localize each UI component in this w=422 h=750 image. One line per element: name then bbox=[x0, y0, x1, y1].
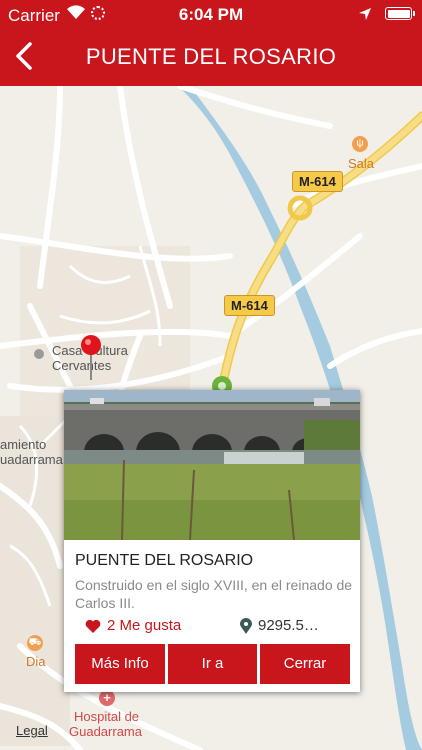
map-label-sala: Sala bbox=[348, 156, 375, 171]
shopping-cart-icon[interactable]: ⛟ bbox=[27, 635, 43, 651]
place-description: Construido en el siglo XVIII, en el rein… bbox=[75, 577, 353, 611]
road-sign-m614: M-614 bbox=[224, 295, 275, 316]
place-card: PUENTE DEL ROSARIO Construido en el sigl… bbox=[64, 390, 360, 692]
place-photo bbox=[64, 390, 360, 540]
location-arrow-icon bbox=[358, 6, 372, 26]
legal-link[interactable]: Legal bbox=[16, 723, 48, 738]
go-to-button[interactable]: Ir a bbox=[168, 644, 257, 684]
location-pin-icon[interactable] bbox=[80, 334, 102, 384]
status-bar: Carrier 6:04 PM bbox=[0, 0, 422, 30]
navigation-bar: Carrier 6:04 PM PUENTE DEL ROSARIO bbox=[0, 0, 422, 86]
battery-icon bbox=[385, 7, 415, 20]
map-marker-icon bbox=[240, 617, 252, 634]
restaurant-icon[interactable]: ψ bbox=[352, 136, 368, 152]
like-button[interactable]: 2 Me gusta bbox=[85, 617, 181, 634]
road-sign-m614: M-614 bbox=[292, 171, 343, 192]
like-count: 2 Me gusta bbox=[107, 617, 182, 634]
hospital-icon[interactable]: + bbox=[99, 690, 115, 706]
map-label-guadarrama: uadarrama bbox=[0, 452, 63, 467]
map-label-hospital: Hospital de bbox=[74, 709, 140, 724]
place-title: PUENTE DEL ROSARIO bbox=[75, 552, 254, 569]
map-label-ayuntamiento: amiento bbox=[0, 437, 47, 452]
heart-icon bbox=[85, 619, 101, 633]
map-label-dia: Dia bbox=[26, 654, 46, 669]
page-title: PUENTE DEL ROSARIO bbox=[85, 44, 337, 69]
close-button[interactable]: Cerrar bbox=[260, 644, 350, 684]
map-label-hospital-guadarrama: Guadarrama bbox=[69, 724, 142, 739]
distance-info: 9295.5… bbox=[240, 617, 319, 634]
more-info-button[interactable]: Más Info bbox=[75, 644, 165, 684]
distance-value: 9295.5… bbox=[258, 617, 319, 634]
